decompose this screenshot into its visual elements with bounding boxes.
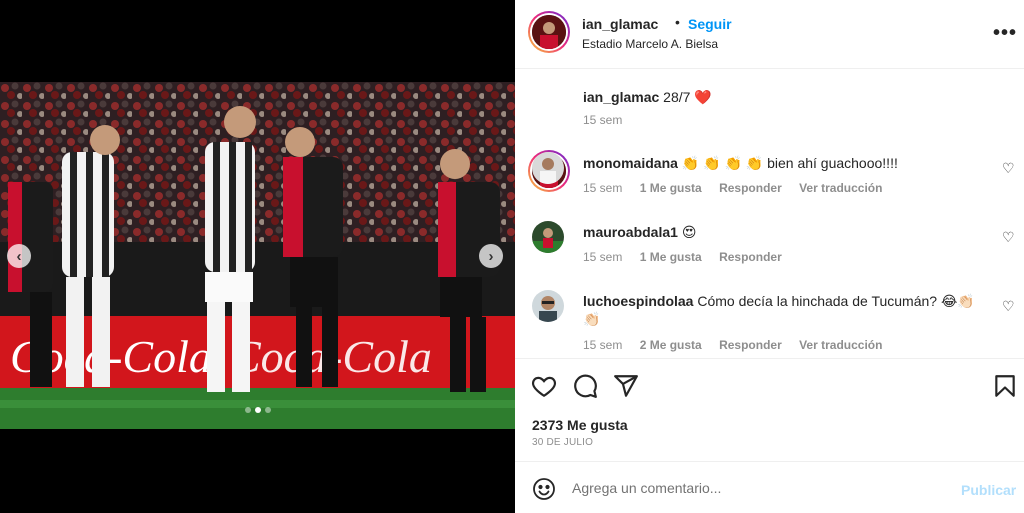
heart-icon[interactable]: ♡ (1002, 160, 1015, 177)
post-photo[interactable]: Coca-Cola Coca-Cola (0, 82, 515, 429)
post-date[interactable]: 30 DE JULIO (532, 437, 593, 448)
caption-username[interactable]: ian_glamac (583, 89, 659, 105)
add-comment-bar: Publicar (515, 461, 1024, 513)
media-viewer: Coca-Cola Coca-Cola (0, 0, 515, 513)
avatar[interactable] (532, 152, 564, 184)
bookmark-icon[interactable] (992, 373, 1018, 399)
comment-time[interactable]: 15 sem (583, 181, 622, 195)
comment-text: mauroabdala1 😍 (583, 223, 983, 241)
username-link[interactable]: ian_glamac (582, 16, 658, 32)
comment-likes[interactable]: 1 Me gusta (640, 181, 702, 195)
more-horizontal-icon[interactable]: ••• (993, 22, 1017, 45)
caption-time[interactable]: 15 sem (583, 113, 622, 127)
translate-button[interactable]: Ver traducción (799, 181, 882, 195)
comment-meta: 15 sem 2 Me gusta Responder Ver traducci… (583, 338, 896, 352)
separator-dot: • (675, 14, 680, 30)
translate-button[interactable]: Ver traducción (799, 338, 882, 352)
avatar[interactable] (532, 290, 564, 322)
chevron-left-icon[interactable]: ‹ (7, 244, 31, 268)
caption-body: 28/7 (663, 89, 691, 105)
comment-meta: 15 sem 1 Me gusta Responder Ver traducci… (583, 181, 896, 195)
comment-likes[interactable]: 2 Me gusta (640, 338, 702, 352)
location-link[interactable]: Estadio Marcelo A. Bielsa (582, 37, 718, 51)
comment-time[interactable]: 15 sem (583, 338, 622, 352)
send-icon[interactable] (613, 373, 639, 399)
comment-time[interactable]: 15 sem (583, 250, 622, 264)
carousel-dot (264, 407, 271, 413)
reply-button[interactable]: Responder (719, 250, 782, 264)
comment-text: luchoespindolaa Cómo decía la hinchada d… (583, 292, 983, 328)
smiley-icon[interactable] (532, 477, 556, 501)
reply-button[interactable]: Responder (719, 338, 782, 352)
comment-input[interactable] (572, 478, 942, 498)
comment-username[interactable]: mauroabdala1 (583, 224, 678, 240)
comment-body: 👏 👏 👏 👏 bien ahí guachooo!!!! (681, 155, 898, 171)
carousel-dots (0, 407, 515, 413)
comment-text: monomaidana 👏 👏 👏 👏 bien ahí guachooo!!!… (583, 154, 983, 172)
follow-button[interactable]: Seguir (688, 16, 732, 32)
chevron-right-icon[interactable]: › (479, 244, 503, 268)
heart-icon[interactable]: ♡ (1002, 298, 1015, 315)
comment-username[interactable]: monomaidana (583, 155, 678, 171)
caption-meta: 15 sem (583, 113, 636, 127)
post-panel: ian_glamac • Seguir Estadio Marcelo A. B… (515, 0, 1024, 513)
post-comment-button[interactable]: Publicar (961, 482, 1016, 498)
heart-icon[interactable] (531, 373, 557, 399)
carousel-dot-active (254, 407, 261, 413)
comment-icon[interactable] (572, 373, 598, 399)
reply-button[interactable]: Responder (719, 181, 782, 195)
post-header: ian_glamac • Seguir Estadio Marcelo A. B… (515, 0, 1024, 69)
avatar[interactable] (532, 221, 564, 253)
comment-body: 😍 (681, 224, 697, 240)
heart-icon[interactable]: ♡ (1002, 229, 1015, 246)
comment-username[interactable]: luchoespindolaa (583, 293, 693, 309)
instagram-post: Coca-Cola Coca-Cola (0, 0, 1024, 513)
post-actions: 2373 Me gusta 30 DE JULIO (515, 358, 1024, 461)
comment-meta: 15 sem 1 Me gusta Responder (583, 250, 796, 264)
likes-count[interactable]: 2373 Me gusta (532, 417, 628, 433)
caption-text: ian_glamac 28/7 ❤️ (583, 88, 983, 106)
heart-emoji: ❤️ (694, 89, 712, 105)
avatar[interactable] (528, 11, 570, 53)
carousel-dot (244, 407, 251, 413)
comment-likes[interactable]: 1 Me gusta (640, 250, 702, 264)
